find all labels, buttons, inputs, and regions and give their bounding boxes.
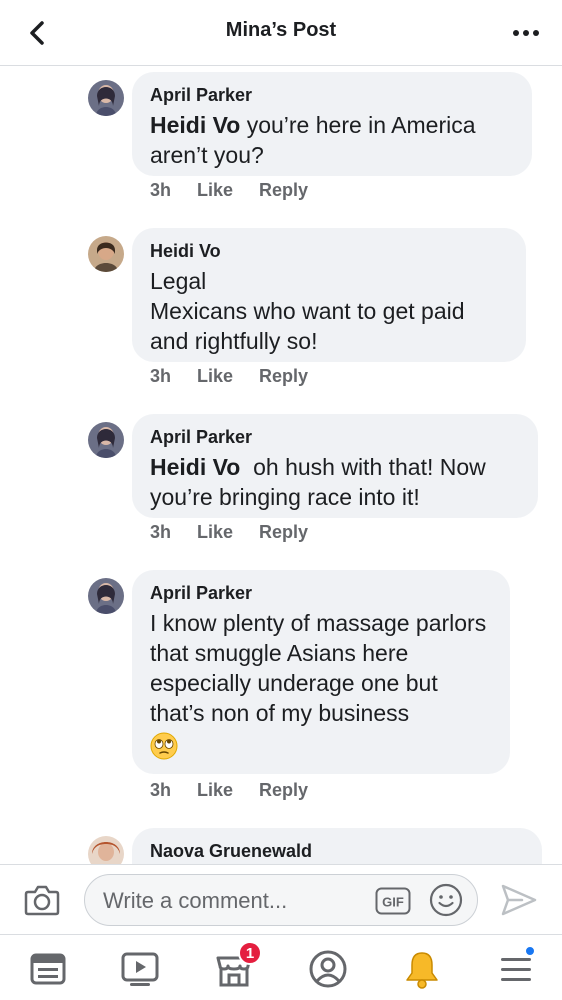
reply-button[interactable]: Reply bbox=[259, 522, 308, 543]
nav-news-feed[interactable] bbox=[26, 949, 70, 989]
nav-watch[interactable] bbox=[118, 949, 162, 989]
like-button[interactable]: Like bbox=[197, 180, 233, 201]
comment-text: Heidi Vo oh hush with that! Now you’re b… bbox=[150, 454, 493, 510]
comment-time: 3h bbox=[150, 180, 172, 200]
nav-profile[interactable] bbox=[306, 949, 350, 989]
avatar[interactable] bbox=[88, 578, 124, 614]
new-activity-dot bbox=[524, 945, 536, 957]
comment-text: Legal Mexicans who want to get paid and … bbox=[150, 268, 465, 354]
comment-actions: 3h Like Reply bbox=[150, 780, 308, 801]
comment-author[interactable]: April Parker bbox=[150, 426, 520, 448]
avatar[interactable] bbox=[88, 836, 124, 864]
comment-bubble: April Parker Heidi Vo oh hush with that!… bbox=[132, 414, 538, 518]
avatar[interactable] bbox=[88, 80, 124, 116]
comment-bubble: April Parker I know plenty of massage pa… bbox=[132, 570, 510, 774]
mention-tag[interactable]: Heidi Vo bbox=[150, 454, 240, 480]
news-feed-icon bbox=[30, 953, 66, 985]
like-button[interactable]: Like bbox=[197, 522, 233, 543]
avatar[interactable] bbox=[88, 422, 124, 458]
comment-bubble: Naova Gruenewald bbox=[132, 828, 542, 864]
comment-author[interactable]: April Parker bbox=[150, 582, 492, 604]
comment-actions: 3h Like Reply bbox=[150, 522, 308, 543]
reply-button[interactable]: Reply bbox=[259, 180, 308, 201]
like-button[interactable]: Like bbox=[197, 780, 233, 801]
eye-roll-emoji-icon bbox=[150, 732, 178, 760]
bottom-navigation: 1 bbox=[0, 934, 562, 1000]
page-title: Mina’s Post bbox=[225, 19, 337, 41]
comment-author[interactable]: April Parker bbox=[150, 84, 514, 106]
comment-input-placeholder: Write a comment... bbox=[103, 888, 288, 913]
camera-icon[interactable] bbox=[24, 883, 60, 917]
svg-text:GIF: GIF bbox=[382, 895, 404, 910]
more-options-button[interactable] bbox=[510, 20, 542, 46]
mention-tag[interactable]: Heidi Vo bbox=[150, 112, 240, 138]
comment-bubble: Heidi Vo Legal Mexicans who want to get … bbox=[132, 228, 526, 362]
comment-time: 3h bbox=[150, 780, 172, 800]
comments-list: April Parker Heidi Vo you’re here in Ame… bbox=[0, 66, 562, 864]
gif-icon[interactable]: GIF bbox=[375, 887, 411, 915]
comment-time: 3h bbox=[150, 366, 172, 386]
like-button[interactable]: Like bbox=[197, 366, 233, 387]
more-dots-icon bbox=[513, 30, 539, 36]
comment-actions: 3h Like Reply bbox=[150, 180, 308, 201]
watch-video-icon bbox=[121, 952, 159, 986]
reply-button[interactable]: Reply bbox=[259, 366, 308, 387]
nav-menu[interactable] bbox=[494, 945, 538, 989]
comment-time: 3h bbox=[150, 522, 172, 542]
reply-button[interactable]: Reply bbox=[259, 780, 308, 801]
comment-text: Heidi Vo you’re here in America aren’t y… bbox=[150, 112, 476, 168]
bell-icon bbox=[406, 952, 438, 989]
comment-author[interactable]: Heidi Vo bbox=[150, 240, 508, 262]
comment-actions: 3h Like Reply bbox=[150, 366, 308, 387]
avatar[interactable] bbox=[88, 236, 124, 272]
comment-text: I know plenty of massage parlors that sm… bbox=[150, 610, 487, 726]
profile-icon bbox=[309, 950, 347, 988]
emoji-smile-icon[interactable] bbox=[429, 883, 463, 917]
send-icon[interactable] bbox=[500, 883, 538, 917]
comment-composer: Write a comment... GIF bbox=[0, 864, 562, 934]
post-header: Mina’s Post bbox=[0, 0, 562, 66]
comment-bubble: April Parker Heidi Vo you’re here in Ame… bbox=[132, 72, 532, 176]
hamburger-menu-icon bbox=[501, 958, 531, 981]
notification-count-badge: 1 bbox=[238, 941, 262, 965]
nav-notifications[interactable] bbox=[400, 949, 444, 989]
nav-marketplace[interactable]: 1 bbox=[212, 941, 262, 989]
comment-input[interactable]: Write a comment... GIF bbox=[84, 874, 478, 926]
comment-author[interactable]: Naova Gruenewald bbox=[150, 840, 524, 862]
